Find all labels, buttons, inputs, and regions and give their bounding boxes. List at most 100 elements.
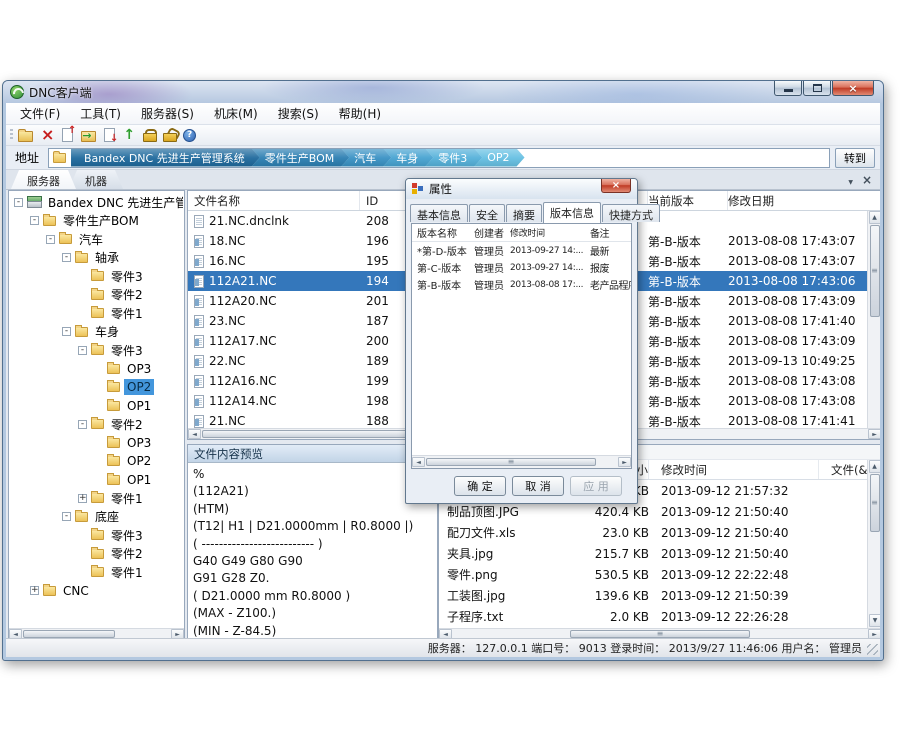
apply-button[interactable]: 应 用 xyxy=(570,476,622,496)
tree-item[interactable]: Bandex DNC 先进生产管理系统 xyxy=(10,193,183,212)
minimize-button[interactable] xyxy=(774,81,802,96)
column-header-modified[interactable]: 修改时间 xyxy=(649,460,819,479)
column-header-creator[interactable]: 创建者 xyxy=(474,225,510,240)
scroll-thumb[interactable] xyxy=(870,225,880,317)
attachment-row[interactable]: 子程序.txt 2.0 KB 2013-09-12 22:26:28 xyxy=(439,606,880,627)
ok-button[interactable]: 确 定 xyxy=(454,476,506,496)
menu-item[interactable]: 文件(F) xyxy=(10,103,70,125)
tree-item[interactable]: 汽车 xyxy=(10,230,183,249)
tree-item[interactable]: OP3 xyxy=(10,434,183,453)
tree-expander[interactable] xyxy=(62,253,71,262)
tree-expander[interactable] xyxy=(62,512,71,521)
column-header-modified-time[interactable]: 修改时间 xyxy=(510,226,590,239)
delete-icon[interactable] xyxy=(41,127,54,144)
dialog-tab[interactable]: 基本信息 xyxy=(410,204,468,222)
dialog-tab[interactable]: 摘要 xyxy=(506,204,542,222)
breadcrumb-item[interactable]: Bandex DNC 先进生产管理系统 xyxy=(71,149,260,167)
tree-item[interactable]: OP2 xyxy=(10,452,183,471)
tree-expander[interactable] xyxy=(30,216,39,225)
attachment-vscrollbar[interactable] xyxy=(867,460,880,628)
tree-expander[interactable] xyxy=(78,420,87,429)
menu-item[interactable]: 搜索(S) xyxy=(268,103,329,125)
checkin-file-icon[interactable] xyxy=(62,127,73,144)
pane-menu-icon[interactable] xyxy=(848,173,853,187)
tree-item[interactable]: OP3 xyxy=(10,360,183,379)
tree-item[interactable]: CNC xyxy=(10,582,183,601)
version-row[interactable]: *第-D-版本 管理员 2013-09-27 14:... 最新 xyxy=(412,242,631,259)
cancel-button[interactable]: 取 消 xyxy=(512,476,564,496)
tree-expander[interactable] xyxy=(78,346,87,355)
version-row[interactable]: 第-C-版本 管理员 2013-09-27 14:... 报废 xyxy=(412,259,631,276)
dialog-tab[interactable]: 快捷方式 xyxy=(602,204,660,222)
tree-item[interactable]: 零件1 xyxy=(10,563,183,582)
scroll-right-icon[interactable] xyxy=(618,457,631,467)
pane-close-icon[interactable] xyxy=(862,173,872,187)
scroll-up-icon[interactable] xyxy=(869,211,881,224)
dialog-hscrollbar[interactable] xyxy=(412,455,631,468)
tree-item[interactable]: 零件1 xyxy=(10,489,183,508)
tree-item[interactable]: OP1 xyxy=(10,397,183,416)
menu-item[interactable]: 帮助(H) xyxy=(329,103,391,125)
scroll-up-icon[interactable] xyxy=(869,460,881,473)
tree-item[interactable]: 车身 xyxy=(10,323,183,342)
tree-item[interactable]: 零件生产BOM xyxy=(10,212,183,231)
dialog-tab[interactable]: 安全 xyxy=(469,204,505,222)
pane-tab[interactable]: 服务器 xyxy=(11,170,76,189)
lock-icon[interactable] xyxy=(143,127,155,144)
scroll-down-icon[interactable] xyxy=(869,614,880,627)
upload-icon[interactable] xyxy=(123,127,135,144)
help-icon[interactable] xyxy=(183,127,196,144)
tree-item[interactable]: OP1 xyxy=(10,471,183,490)
go-button[interactable]: 转到 xyxy=(835,148,875,168)
tree-item[interactable]: 零件2 xyxy=(10,545,183,564)
tree-item[interactable]: 零件3 xyxy=(10,267,183,286)
attachment-row[interactable]: 工装图.jpg 139.6 KB 2013-09-12 21:50:39 xyxy=(439,585,880,606)
send-to-folder-icon[interactable] xyxy=(81,127,96,144)
close-button[interactable] xyxy=(832,81,874,96)
scroll-thumb[interactable] xyxy=(23,630,115,638)
scroll-thumb[interactable] xyxy=(870,474,880,532)
tree-item[interactable]: 底座 xyxy=(10,508,183,527)
new-folder-icon[interactable] xyxy=(18,127,33,144)
column-header-version-name[interactable]: 版本名称 xyxy=(412,225,474,240)
address-field[interactable]: Bandex DNC 先进生产管理系统零件生产BOM汽车车身零件3OP2 xyxy=(48,148,830,168)
attachment-row[interactable]: 夹具.jpg 215.7 KB 2013-09-12 21:50:40 xyxy=(439,543,880,564)
pane-tab[interactable]: 机器 xyxy=(69,170,123,189)
breadcrumb-item[interactable]: 零件生产BOM xyxy=(252,149,350,167)
checkout-file-icon[interactable] xyxy=(104,127,115,144)
column-header-name[interactable]: 文件名称 xyxy=(188,191,360,210)
scroll-thumb[interactable] xyxy=(570,630,750,638)
attachment-row[interactable]: 配刀文件.xls 23.0 KB 2013-09-12 21:50:40 xyxy=(439,522,880,543)
unlock-icon[interactable] xyxy=(163,127,175,144)
breadcrumb-item[interactable]: 零件3 xyxy=(425,149,482,167)
column-header-note[interactable]: 备注 xyxy=(590,225,631,240)
scroll-left-icon[interactable] xyxy=(412,457,425,467)
tree-expander[interactable] xyxy=(14,198,23,207)
column-header-version[interactable]: 当前版本 xyxy=(648,191,728,210)
tree-item[interactable]: 零件2 xyxy=(10,286,183,305)
attachment-row[interactable]: 零件.png 530.5 KB 2013-09-12 22:22:48 xyxy=(439,564,880,585)
dialog-title-bar[interactable]: 属性 xyxy=(406,179,637,199)
menu-item[interactable]: 机床(M) xyxy=(204,103,268,125)
column-header-date[interactable]: 修改日期 xyxy=(728,191,880,210)
menu-item[interactable]: 服务器(S) xyxy=(131,103,204,125)
tree-expander[interactable] xyxy=(46,235,55,244)
version-row[interactable]: 第-B-版本 管理员 2013-08-08 17:... 老产品程序 xyxy=(412,276,631,293)
file-list-vscrollbar[interactable] xyxy=(867,211,880,428)
tree-expander[interactable] xyxy=(62,327,71,336)
scroll-thumb[interactable] xyxy=(426,458,596,466)
tree-expander[interactable] xyxy=(78,494,87,503)
dialog-tab[interactable]: 版本信息 xyxy=(543,202,601,223)
attachment-row[interactable]: 制品顶图.JPG 420.4 KB 2013-09-12 21:50:40 xyxy=(439,501,880,522)
tree-item[interactable]: 零件3 xyxy=(10,341,183,360)
tree-item[interactable]: 零件2 xyxy=(10,415,183,434)
maximize-button[interactable] xyxy=(803,81,831,96)
tree-item[interactable]: OP2 xyxy=(10,378,183,397)
title-bar[interactable]: DNC客户端 xyxy=(3,81,883,103)
tree-item[interactable]: 零件1 xyxy=(10,304,183,323)
menu-item[interactable]: 工具(T) xyxy=(70,103,131,125)
tree-expander[interactable] xyxy=(30,586,39,595)
scroll-left-icon[interactable] xyxy=(188,429,201,439)
dialog-close-button[interactable] xyxy=(601,179,631,193)
tree-item[interactable]: 轴承 xyxy=(10,249,183,268)
